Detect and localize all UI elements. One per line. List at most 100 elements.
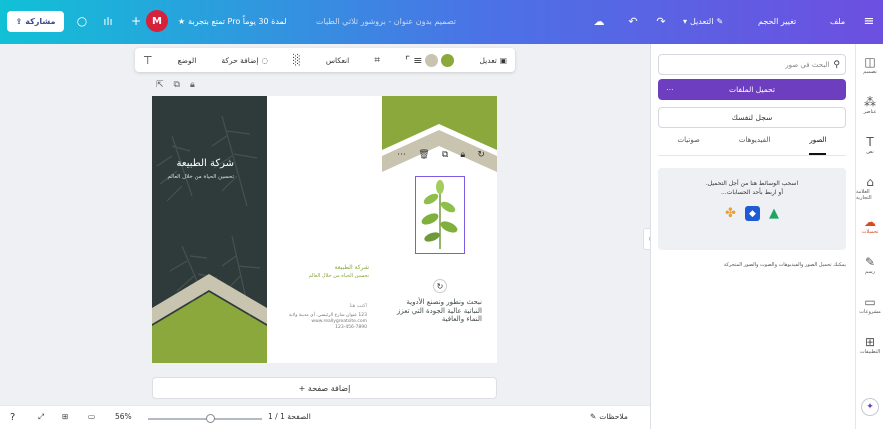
more-options-icon[interactable]: ⋯ [666,85,674,94]
rotate-handle-icon[interactable]: ↻ [433,279,447,293]
reflect-button[interactable]: انعكاس [326,56,349,65]
brochure-left-panel: شركة الطبيعة تحسين الحياة من خلال العالم [152,96,267,363]
file-menu[interactable]: ملف [830,12,845,30]
edit-image-icon: ▣ [499,55,507,65]
edit-image-button[interactable]: ▣ تعديل [479,56,507,65]
apps-icon: ⊞ [864,335,876,349]
avatar[interactable]: M [146,10,168,32]
share-label: مشاركة [25,17,56,26]
rail-label-draw: رسم [865,269,875,275]
small-company-name: شركة الطبيعة [334,264,369,271]
undo-icon[interactable]: ↶ [626,12,640,30]
folder-icon: ▭ [864,295,876,309]
grid-view-icon[interactable]: ⊞ [62,412,68,421]
zoom-value[interactable]: 56% [115,412,132,421]
left-rail: ◫ تصميم ⁂ عناصر T نص ⌂ العلامة التجارية ☁ تحم… [855,44,883,429]
edit-mode-label: التعديل [690,16,714,26]
record-yourself-button[interactable]: سجل لنفسك [658,107,846,128]
element-toolbar: ⋯ 🗑︎ ⧉ 🔒︎ ↻ [391,146,491,164]
dropbox-icon[interactable]: ◆ [744,206,760,221]
add-page-button[interactable]: + إضافة صفحة [152,377,497,399]
doc-title[interactable]: تصميم بدون عنوان - بروشور ثلاثي الطيات [316,12,456,30]
zoom-slider-handle[interactable] [206,414,215,423]
drop-text-1: اسحب الوسائط هنا من أجل التحميل. [705,180,799,187]
brochure-left-chevron [152,274,267,363]
page-view-icon[interactable]: ▭ [88,412,95,421]
duplicate-page-icon[interactable]: ⧉ [174,80,180,90]
uploads-panel: ⚲ البحث في صور تحميل الملفات ⋯ سجل لنفسك ا… [650,44,855,429]
export-icon[interactable]: ⇱ [156,80,164,90]
position-label: الوضع [177,55,197,65]
tab-images[interactable]: الصور [809,136,827,155]
page-actions: ⇱ ⧉ 🔒︎ [156,80,195,90]
resize-button[interactable]: تغيير الحجم [758,12,796,30]
rail-item-draw[interactable]: ✎ رسم [856,255,883,276]
drop-zone[interactable]: اسحب الوسائط هنا من أجل التحميل. أو اربط… [658,168,846,250]
brochure-page[interactable]: شركة الطبيعة تحسين الحياة من خلال العالم… [152,96,497,363]
plant-icon [421,180,458,249]
share-button[interactable]: ⇪ مشاركة [7,11,64,32]
body-text: نبحث ونطور ونصنع الأدوية النباتية عالية … [396,298,482,323]
upload-files-button[interactable]: تحميل الملفات ⋯ [658,79,846,100]
crop-button[interactable]: ⌗ [374,55,380,66]
rail-item-brand[interactable]: ⌂ العلامة التجارية [856,176,883,202]
notes-button[interactable]: ✎ ملاحظات [590,412,628,421]
tab-audio[interactable]: صوتيات [678,136,700,155]
rail-item-elements[interactable]: ⁂ عناصر [856,96,883,116]
position-button[interactable]: الوضع [178,56,197,65]
crop-icon: ⌗ [374,54,380,66]
copy-icon[interactable]: ⧉ [442,150,448,160]
fullscreen-icon[interactable]: ⤢ [38,412,44,422]
brochure-right-panel: ⋯ 🗑︎ ⧉ 🔒︎ ↻ ↻ نبحث ونطور ونصنع الأدوية النبا… [382,96,497,363]
delete-icon[interactable]: 🗑︎ [418,150,429,160]
uploads-icon: ☁ [864,215,876,229]
menu-icon[interactable]: ≡ [860,12,878,30]
zoom-slider-track[interactable] [148,418,262,420]
lines-icon[interactable]: ≡ [413,54,422,67]
redo-icon[interactable]: ↷ [654,12,668,30]
context-toolbar: ▣ تعديل ≡ ⌜ ⌗ انعكاس ░ ◌ إضافة حركة الوضع ⊤ [135,48,515,72]
paint-format-icon[interactable]: ⊤ [143,54,153,67]
search-input[interactable]: ⚲ البحث في صور [658,54,846,75]
chevron-down-icon: ▾ [683,16,688,26]
color-swatch-beige[interactable] [425,53,439,67]
corner-icon[interactable]: ⌜ [405,54,410,67]
page-indicator[interactable]: الصفحة 1 / 1 [268,412,311,421]
animate-button[interactable]: ◌ إضافة حركة [221,56,268,65]
rotate-icon[interactable]: ↻ [477,150,485,160]
rail-item-design[interactable]: ◫ تصميم [856,56,883,76]
status-bar: ? ⤢ ⊞ ▭ 56% الصفحة 1 / 1 ✎ ملاحظات [0,405,650,429]
comment-icon[interactable]: ○ [74,12,90,30]
analytics-icon[interactable]: ılı [100,12,116,30]
animate-icon: ◌ [261,55,268,65]
edit-mode-button[interactable]: ▾ التعديل ✎ [683,12,723,30]
search-icon: ⚲ [833,59,840,70]
upload-files-label: تحميل الملفات [729,85,775,94]
draw-icon: ✎ [864,255,876,269]
add-user-icon[interactable]: + [130,12,142,30]
tab-videos[interactable]: الفيديوهات [739,136,770,155]
rail-item-text[interactable]: T نص [856,136,883,156]
animate-label: إضافة حركة [221,55,259,65]
google-photos-icon[interactable]: ✤ [725,206,736,221]
transparency-icon[interactable]: ░ [293,55,301,66]
help-icon[interactable]: ? [10,412,15,423]
pro-trial-link[interactable]: ★ تمتع بتجربة Pro لمدة 30 يوماً [178,12,287,30]
lock-element-icon[interactable]: 🔒︎ [460,150,465,160]
rail-label-elements: عناصر [863,109,877,115]
top-bar: ⇪ مشاركة ○ ılı + M ★ تمتع بتجربة Pro لمدة … [0,0,883,44]
google-drive-icon[interactable]: ▲ [769,206,779,221]
rail-item-projects[interactable]: ▭ مشروعات [856,295,883,316]
media-tabs: الصور الفيديوهات صوتيات [658,136,846,156]
more-icon[interactable]: ⋯ [397,150,406,160]
lock-icon[interactable]: 🔒︎ [190,80,195,90]
rail-label-brand: العلامة التجارية [856,189,872,201]
color-swatch-green[interactable] [441,53,455,67]
selected-plant-image[interactable] [415,176,465,254]
company-tagline: تحسين الحياة من خلال العالم [167,174,234,180]
rail-label-uploads: تحميلات [861,229,879,235]
magic-icon[interactable]: ✦ [861,398,879,416]
rail-item-uploads[interactable]: ☁ تحميلات [856,215,883,236]
brochure-middle-panel: شركة الطبيعة تحسين الحياة من خلال العالم… [267,96,382,363]
rail-item-apps[interactable]: ⊞ التطبيقات [856,335,883,356]
